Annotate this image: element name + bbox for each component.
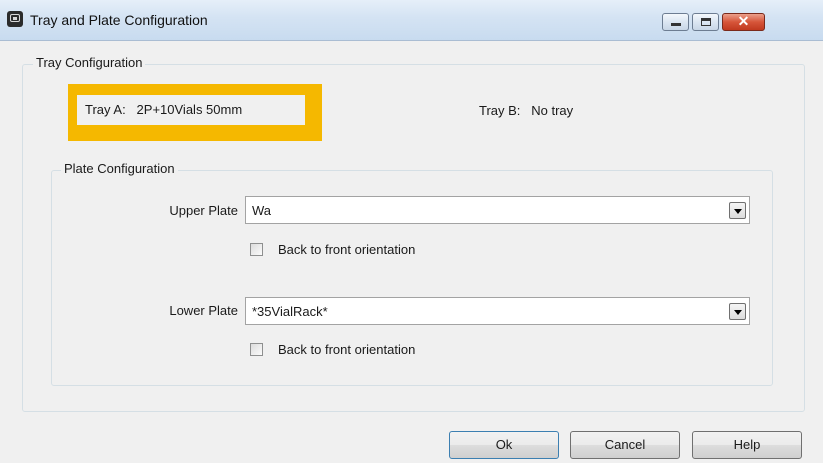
tray-icon [7, 11, 23, 27]
ok-button[interactable]: Ok [449, 431, 559, 459]
window-title: Tray and Plate Configuration [30, 12, 208, 28]
tray-b-value: No tray [531, 103, 574, 118]
tray-b-display: Tray B: No tray [479, 102, 573, 120]
upper-back-to-front-label[interactable]: Back to front orientation [278, 242, 415, 257]
lower-plate-select[interactable]: *35VialRack* [245, 297, 750, 325]
help-button[interactable]: Help [692, 431, 802, 459]
close-button[interactable]: ✕ [722, 13, 765, 31]
minimize-button[interactable] [662, 13, 689, 31]
upper-back-to-front-checkbox[interactable] [250, 243, 263, 256]
upper-plate-select[interactable]: Wa [245, 196, 750, 224]
upper-plate-label: Upper Plate [169, 203, 238, 218]
maximize-icon [701, 18, 711, 26]
plate-configuration-label: Plate Configuration [61, 161, 178, 176]
lower-back-to-front-label[interactable]: Back to front orientation [278, 342, 415, 357]
lower-plate-label: Lower Plate [169, 303, 238, 318]
tray-a-display: Tray A: 2P+10Vials 50mm [77, 95, 305, 125]
tray-a-label: Tray A: [85, 102, 126, 117]
lower-back-to-front-checkbox[interactable] [250, 343, 263, 356]
chevron-down-icon[interactable] [729, 202, 746, 219]
lower-plate-value: *35VialRack* [252, 304, 328, 319]
tray-a-value: 2P+10Vials 50mm [136, 102, 243, 117]
cancel-button[interactable]: Cancel [570, 431, 680, 459]
minimize-icon [671, 23, 681, 26]
tray-configuration-label: Tray Configuration [33, 55, 146, 70]
upper-plate-value: Wa [252, 203, 272, 218]
title-bar: Tray and Plate Configuration ✕ [0, 0, 823, 41]
maximize-button[interactable] [692, 13, 719, 31]
tray-b-label: Tray B: [479, 103, 521, 118]
close-icon: ✕ [737, 13, 750, 29]
chevron-down-icon[interactable] [729, 303, 746, 320]
